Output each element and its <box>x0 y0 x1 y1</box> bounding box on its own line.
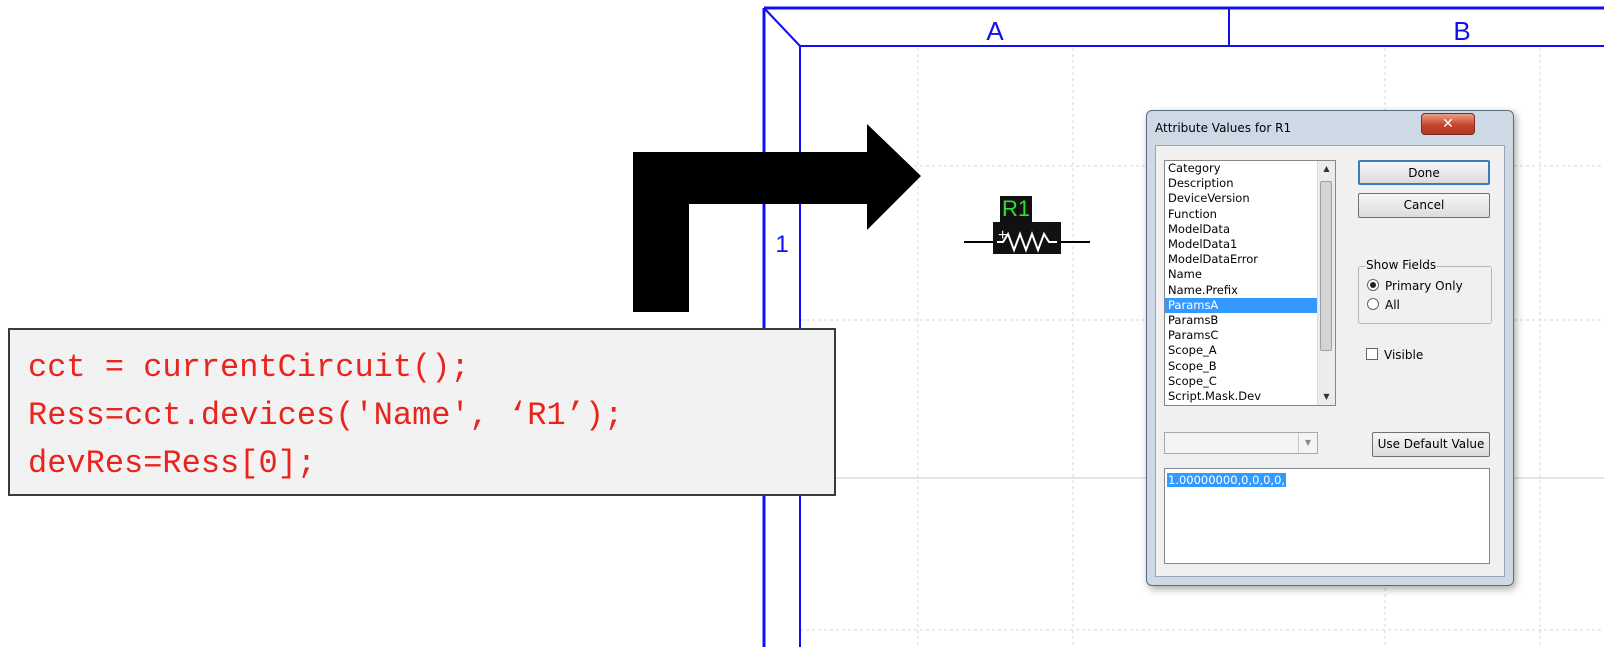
list-item[interactable]: Function <box>1165 207 1318 222</box>
radio-all[interactable]: All <box>1367 298 1400 312</box>
list-item[interactable]: ModelData <box>1165 222 1318 237</box>
list-item[interactable]: DeviceVersion <box>1165 191 1318 206</box>
dialog-title: Attribute Values for R1 <box>1155 121 1292 135</box>
list-item[interactable]: Description <box>1165 176 1318 191</box>
resistor-symbol[interactable]: + <box>964 222 1090 254</box>
code-line: cct = currentCircuit(); <box>28 349 470 386</box>
list-item[interactable]: ModelData1 <box>1165 237 1318 252</box>
dialog-client-area: Category Description DeviceVersion Funct… <box>1155 145 1505 577</box>
use-default-value-button[interactable]: Use Default Value <box>1372 432 1490 457</box>
list-item[interactable]: ParamsB <box>1165 313 1318 328</box>
close-button[interactable]: ✕ <box>1421 113 1475 135</box>
arrow-icon <box>633 124 921 312</box>
radio-all-label: All <box>1385 298 1400 312</box>
list-scrollbar[interactable]: ▲ ▼ <box>1317 161 1335 405</box>
resistor-plus-label: + <box>998 227 1007 244</box>
list-item[interactable]: Scope_C <box>1165 374 1318 389</box>
radio-primary-only[interactable]: Primary Only <box>1367 279 1463 293</box>
visible-checkbox[interactable]: Visible <box>1366 348 1423 362</box>
value-text: 1.00000000,0,0,0,0, <box>1167 473 1287 487</box>
close-icon: ✕ <box>1442 116 1454 132</box>
visible-label: Visible <box>1384 348 1424 362</box>
code-line: Ress=cct.devices('Name', ‘R1’); <box>28 397 624 434</box>
attribute-values-dialog: Attribute Values for R1 ✕ Category Descr… <box>1146 110 1514 586</box>
chevron-down-icon[interactable]: ▼ <box>1298 433 1317 453</box>
cancel-button[interactable]: Cancel <box>1358 193 1490 218</box>
radio-selected-icon <box>1367 279 1379 291</box>
list-item[interactable]: ModelDataError <box>1165 252 1318 267</box>
done-button[interactable]: Done <box>1358 160 1490 185</box>
code-line: devRes=Ress[0]; <box>28 445 317 482</box>
list-item[interactable]: Category <box>1165 161 1318 176</box>
value-combo[interactable]: ▼ <box>1164 432 1318 454</box>
list-item-selected[interactable]: ParamsA <box>1165 297 1318 314</box>
list-item[interactable]: Script.Mask.Dev <box>1165 389 1318 404</box>
resistor-name-label: R1 <box>1000 196 1032 222</box>
radio-primary-label: Primary Only <box>1385 279 1463 293</box>
checkbox-icon <box>1366 348 1378 360</box>
list-item[interactable]: Name <box>1165 267 1318 282</box>
row-label-1: 1 <box>775 231 788 258</box>
column-label-b: B <box>1453 16 1470 46</box>
scroll-thumb[interactable] <box>1320 181 1332 351</box>
list-item[interactable]: Scope_B <box>1165 359 1318 374</box>
show-fields-legend: Show Fields <box>1365 258 1438 272</box>
code-snippet: cct = currentCircuit(); Ress=cct.devices… <box>8 328 836 496</box>
scroll-down-icon[interactable]: ▼ <box>1318 389 1335 405</box>
scroll-up-icon[interactable]: ▲ <box>1318 161 1335 177</box>
attribute-listbox[interactable]: Category Description DeviceVersion Funct… <box>1164 160 1336 406</box>
value-editor[interactable]: 1.00000000,0,0,0,0, <box>1164 468 1490 564</box>
column-label-a: A <box>986 16 1004 46</box>
radio-unselected-icon <box>1367 298 1379 310</box>
list-item[interactable]: ParamsC <box>1165 328 1318 343</box>
list-item[interactable]: Name.Prefix <box>1165 283 1318 298</box>
show-fields-group: Show Fields Primary Only All <box>1358 258 1492 324</box>
list-item[interactable]: Scope_A <box>1165 343 1318 358</box>
